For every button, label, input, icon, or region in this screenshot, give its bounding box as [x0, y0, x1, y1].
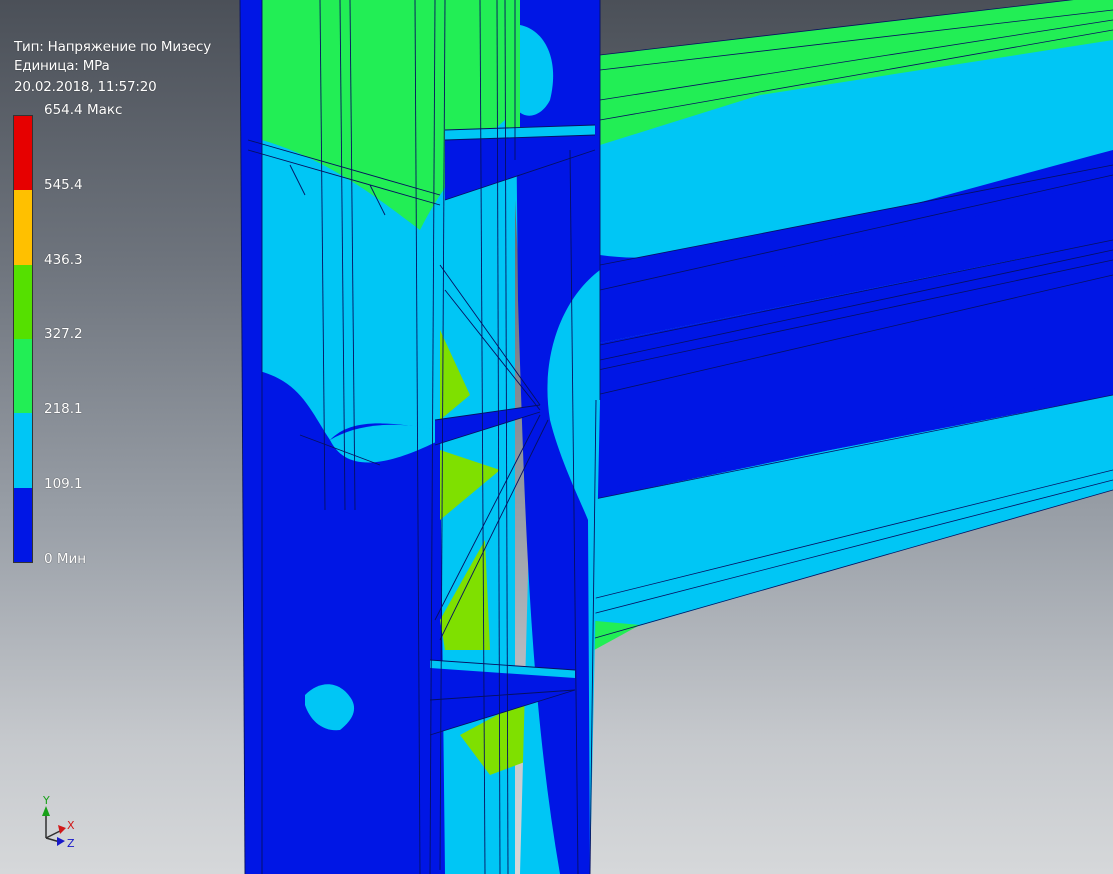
model-viewport[interactable]: Тип: Напряжение по Мизесу Единица: MPa 2… — [0, 0, 1113, 874]
x-axis-label: X — [67, 819, 75, 832]
scale-tick-label: 436.3 — [44, 251, 83, 268]
scale-band — [14, 116, 32, 191]
scale-tick-label: 0 Мин — [44, 550, 87, 567]
result-type-label: Тип: Напряжение по Мизесу — [14, 39, 211, 55]
z-axis-label: Z — [67, 837, 75, 850]
y-axis-arrow-icon — [42, 806, 50, 816]
axis-triad-icon[interactable]: Y X Z — [34, 794, 84, 854]
unit-label: Единица: MPa — [14, 58, 110, 74]
color-scale-bar — [13, 115, 33, 563]
stress-analysis-model[interactable] — [0, 0, 1113, 874]
scale-band — [14, 338, 32, 414]
scale-tick-label: 545.4 — [44, 176, 83, 193]
timestamp-label: 20.02.2018, 11:57:20 — [14, 79, 157, 95]
scale-band — [14, 413, 32, 488]
scale-band — [14, 190, 32, 265]
scale-tick-label: 327.2 — [44, 326, 83, 343]
scale-tick-label: 654.4 Макс — [44, 102, 123, 118]
z-axis-arrow-icon — [57, 837, 65, 846]
scale-band — [14, 264, 32, 339]
x-axis-arrow-icon — [58, 825, 66, 834]
scale-tick-label: 109.1 — [44, 476, 83, 492]
y-axis-label: Y — [42, 794, 50, 807]
scale-tick-label: 218.1 — [44, 401, 83, 418]
scale-band — [14, 487, 32, 562]
